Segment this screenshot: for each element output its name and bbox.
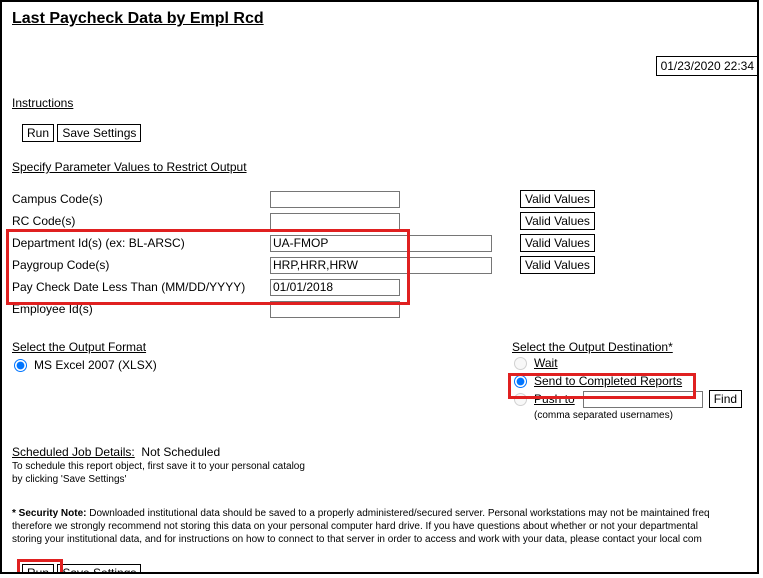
output-format-xlsx-radio[interactable] (14, 359, 27, 372)
valid-values-campus[interactable]: Valid Values (520, 190, 595, 208)
employee-id-label: Employee Id(s) (12, 302, 270, 316)
valid-values-paygroup[interactable]: Valid Values (520, 256, 595, 274)
department-id-label: Department Id(s) (ex: BL-ARSC) (12, 236, 270, 250)
run-button-top[interactable]: Run (22, 124, 54, 142)
campus-code-input[interactable] (270, 191, 400, 208)
employee-id-input[interactable] (270, 301, 400, 318)
paycheck-date-input[interactable] (270, 279, 400, 296)
output-destination-header[interactable]: Select the Output Destination* (512, 340, 673, 354)
find-button[interactable]: Find (709, 390, 742, 408)
instructions-link[interactable]: Instructions (12, 96, 73, 110)
page-title: Last Paycheck Data by Empl Rcd (12, 10, 751, 28)
campus-code-label: Campus Code(s) (12, 192, 270, 206)
output-dest-push-radio[interactable] (514, 393, 527, 406)
parameter-section-header[interactable]: Specify Parameter Values to Restrict Out… (12, 160, 247, 174)
rc-code-label: RC Code(s) (12, 214, 270, 228)
security-note-line3: storing your institutional data, and for… (12, 533, 751, 546)
department-id-input[interactable] (270, 235, 492, 252)
paygroup-code-label: Paygroup Code(s) (12, 258, 270, 272)
scheduled-job-value: Not Scheduled (141, 445, 220, 459)
paygroup-code-input[interactable] (270, 257, 492, 274)
security-note-line1: Downloaded institutional data should be … (89, 508, 709, 519)
security-note-line2: therefore we strongly recommend not stor… (12, 520, 751, 533)
security-note-label: * Security Note: (12, 508, 86, 519)
paycheck-date-label: Pay Check Date Less Than (MM/DD/YYYY) (12, 280, 270, 294)
scheduled-help-1: To schedule this report object, first sa… (12, 461, 751, 472)
valid-values-dept[interactable]: Valid Values (520, 234, 595, 252)
scheduled-job-link[interactable]: Scheduled Job Details: (12, 445, 135, 459)
run-button-bottom[interactable]: Run (22, 564, 54, 574)
valid-values-rc[interactable]: Valid Values (520, 212, 595, 230)
output-dest-wait-radio[interactable] (514, 357, 527, 370)
output-dest-send-label[interactable]: Send to Completed Reports (534, 374, 682, 388)
output-dest-push-label[interactable]: Push to (534, 392, 575, 406)
save-settings-button-bottom[interactable]: Save Settings (57, 564, 141, 574)
scheduled-help-2: by clicking 'Save Settings' (12, 474, 751, 485)
save-settings-button-top[interactable]: Save Settings (57, 124, 141, 142)
output-dest-wait-label[interactable]: Wait (534, 356, 558, 370)
push-to-note: (comma separated usernames) (534, 410, 751, 421)
rc-code-input[interactable] (270, 213, 400, 230)
timestamp: 01/23/2020 22:34 (656, 56, 759, 76)
output-dest-send-radio[interactable] (514, 375, 527, 388)
push-to-input[interactable] (583, 391, 703, 408)
output-format-header[interactable]: Select the Output Format (12, 340, 146, 354)
output-format-xlsx-label: MS Excel 2007 (XLSX) (34, 358, 157, 372)
